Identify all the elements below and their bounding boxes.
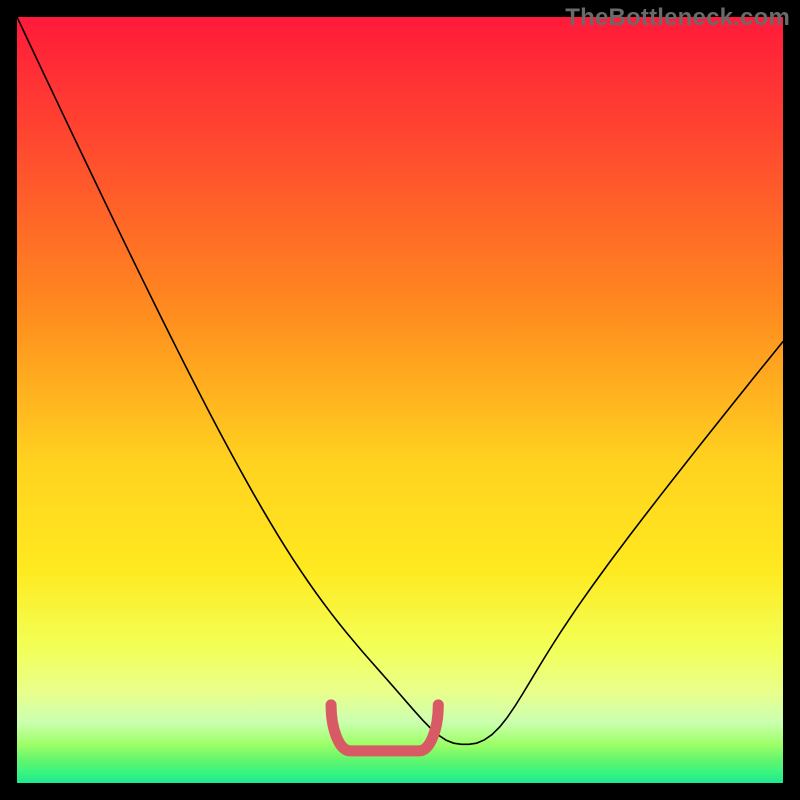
plot-area xyxy=(17,17,783,783)
chart-frame: { "watermark": "TheBottleneck.com", "col… xyxy=(0,0,800,800)
watermark: TheBottleneck.com xyxy=(565,4,790,32)
chart-svg xyxy=(17,17,783,783)
gradient-background xyxy=(17,17,783,783)
